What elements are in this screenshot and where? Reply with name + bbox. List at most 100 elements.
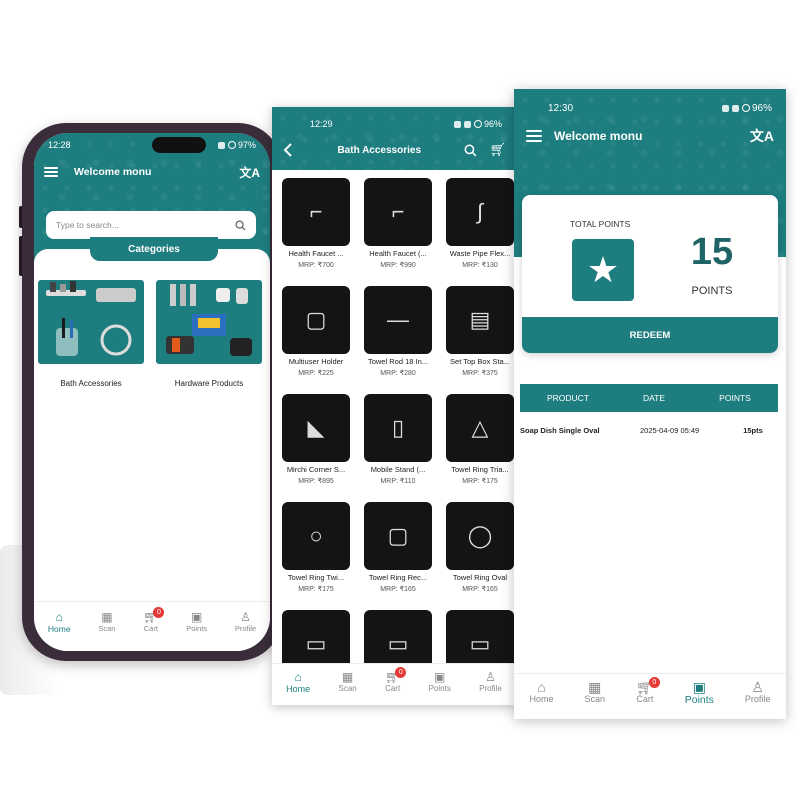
product-price: MRP: ₹165 — [462, 586, 498, 593]
battery-icon: 96% — [473, 119, 502, 129]
points-screen: 12:30 96% Welcome monu 文A TOTAL POINTS ★… — [514, 89, 786, 719]
product-price: MRP: ₹165 — [380, 586, 416, 593]
row-date: 2025-04-09 05:49 — [640, 425, 700, 435]
tab-home[interactable]: ⌂ Home — [529, 680, 553, 704]
product-price: MRP: ₹175 — [462, 478, 498, 485]
search-icon[interactable] — [464, 144, 477, 157]
points-table-header: PRODUCT DATE POINTS — [520, 384, 778, 412]
cart-icon[interactable]: 🛒︎ — [489, 142, 506, 158]
category-card-bath[interactable] — [38, 280, 144, 364]
person-icon: ♙ — [485, 670, 496, 684]
faucet-image: ⌐ — [364, 178, 432, 246]
row-product: Soap Dish Single Oval — [520, 425, 600, 435]
search-icon[interactable] — [235, 219, 246, 231]
qr-scan-icon: ▦ — [341, 670, 354, 684]
towel-ring-image: ◯ — [446, 502, 514, 570]
menu-icon[interactable] — [44, 167, 58, 177]
tab-cart[interactable]: 🛒︎ 0 Cart — [636, 677, 660, 704]
product-price: MRP: ₹895 — [298, 478, 334, 485]
product-card[interactable]: ▤ Set Top Box Sta... MRP: ₹375 — [444, 286, 516, 377]
home-navbar: Welcome monu 文A — [34, 155, 270, 189]
product-card[interactable]: ⌐ Health Faucet (... MRP: ₹990 — [362, 178, 434, 269]
phone-frame: 12:28 97% Welcome monu 文A Type to search… — [22, 123, 282, 661]
cart-badge: 0 — [153, 607, 165, 618]
home-screen: 12:28 97% Welcome monu 文A Type to search… — [34, 133, 270, 651]
gift-icon: ▣ — [434, 670, 446, 684]
home-icon: ⌂ — [294, 670, 302, 684]
gift-icon: ▣ — [692, 679, 706, 695]
product-name: Towel Ring Rec... — [368, 573, 428, 582]
product-card[interactable]: △ Towel Ring Tria... MRP: ₹175 — [444, 394, 516, 485]
tab-scan[interactable]: ▦ Scan — [584, 680, 605, 704]
product-price: MRP: ₹175 — [298, 586, 334, 593]
total-points-label: TOTAL POINTS — [570, 219, 631, 229]
product-card[interactable]: — Towel Rod 18 In... MRP: ₹280 — [362, 286, 434, 377]
product-card[interactable]: ▢ Multiuser Holder MRP: ₹225 — [280, 286, 352, 377]
tab-home[interactable]: ⌂ Home — [48, 610, 71, 634]
category-label-hardware: Hardware Products — [174, 379, 244, 388]
status-bar: 12:29 96% — [272, 113, 516, 135]
product-name: Set Top Box Sta... — [450, 357, 510, 366]
tab-points[interactable]: ▣ Points — [186, 610, 207, 633]
product-grid: ⌐ Health Faucet ... MRP: ₹700 ⌐ Health Fauc… — [272, 170, 516, 678]
translate-icon[interactable]: 文A — [750, 126, 774, 146]
home-icon: ⌂ — [55, 610, 63, 624]
camera-notch — [152, 137, 206, 153]
status-time: 12:28 — [48, 140, 71, 150]
tab-cart[interactable]: 🛒︎ 0 Cart — [143, 607, 165, 633]
categories-heading: Categories — [90, 237, 218, 261]
product-price: MRP: ₹130 — [462, 262, 498, 269]
person-icon: ♙ — [751, 679, 764, 695]
battery-icon: 96% — [741, 103, 772, 114]
product-card[interactable]: ◯ Towel Ring Oval MRP: ₹165 — [444, 502, 516, 593]
product-name: Health Faucet (... — [369, 249, 427, 258]
towel-rod-image: — — [364, 286, 432, 354]
tab-scan[interactable]: ▦ Scan — [338, 670, 356, 693]
product-card[interactable]: ◣ Mirchi Corner S... MRP: ₹895 — [280, 394, 352, 485]
product-card[interactable]: ▢ Towel Ring Rec... MRP: ₹165 — [362, 502, 434, 593]
tab-points[interactable]: ▣ Points — [429, 670, 451, 693]
tab-profile[interactable]: ♙ Profile — [745, 680, 771, 704]
holder-image: ▢ — [282, 286, 350, 354]
product-card[interactable]: ∫ Waste Pipe Flex... MRP: ₹130 — [444, 178, 516, 269]
product-card[interactable]: ⌐ Health Faucet ... MRP: ₹700 — [280, 178, 352, 269]
status-icons: 96% — [453, 119, 502, 129]
faucet-image: ⌐ — [282, 178, 350, 246]
tab-cart[interactable]: 🛒︎ 0 Cart — [385, 667, 407, 693]
tab-home[interactable]: ⌂ Home — [286, 670, 310, 694]
cart-badge: 0 — [648, 677, 660, 688]
battery-icon: 97% — [227, 140, 256, 150]
product-name: Towel Ring Tria... — [451, 465, 509, 474]
row-points: 15pts — [743, 425, 763, 435]
back-arrow-icon[interactable] — [282, 143, 294, 157]
tab-scan[interactable]: ▦ Scan — [98, 610, 115, 633]
product-name: Mirchi Corner S... — [286, 465, 346, 474]
search-input[interactable]: Type to search... — [46, 211, 256, 239]
column-header-date: DATE — [642, 393, 666, 403]
redeem-button[interactable]: REDEEM — [522, 317, 778, 353]
cart-badge: 0 — [395, 667, 407, 678]
qr-scan-icon: ▦ — [101, 610, 113, 624]
product-price: MRP: ₹990 — [380, 262, 416, 269]
tab-profile[interactable]: ♙ Profile — [479, 670, 502, 693]
status-time: 12:30 — [548, 102, 574, 114]
product-list-header: 12:29 96% Bath Accessories 🛒︎ — [272, 107, 516, 170]
page-title: Welcome monu — [74, 166, 152, 178]
status-icons: 97% — [217, 140, 256, 150]
towel-ring-image: △ — [446, 394, 514, 462]
page-title: Welcome monu — [554, 129, 643, 143]
points-navbar: Welcome monu 文A — [514, 119, 786, 153]
bottom-tab-bar: ⌂ Home ▦ Scan 🛒︎ 0 Cart ▣ Points ♙ Profile — [514, 673, 786, 719]
qr-scan-icon: ▦ — [588, 679, 602, 695]
product-name: Mobile Stand (... — [370, 465, 426, 474]
product-name: Towel Ring Oval — [452, 573, 508, 582]
translate-icon[interactable]: 文A — [239, 164, 260, 181]
bottom-tab-bar: ⌂ Home ▦ Scan 🛒︎ 0 Cart ▣ Points ♙ Profile — [272, 663, 516, 705]
tab-profile[interactable]: ♙ Profile — [235, 610, 256, 633]
menu-icon[interactable] — [526, 130, 542, 142]
tab-points[interactable]: ▣ Points — [685, 680, 714, 706]
product-card[interactable]: ○ Towel Ring Twi... MRP: ₹175 — [280, 502, 352, 593]
category-card-hardware[interactable] — [156, 280, 262, 364]
table-row[interactable]: Soap Dish Single Oval 2025-04-09 05:49 1… — [520, 421, 778, 439]
product-card[interactable]: ▯ Mobile Stand (... MRP: ₹110 — [362, 394, 434, 485]
